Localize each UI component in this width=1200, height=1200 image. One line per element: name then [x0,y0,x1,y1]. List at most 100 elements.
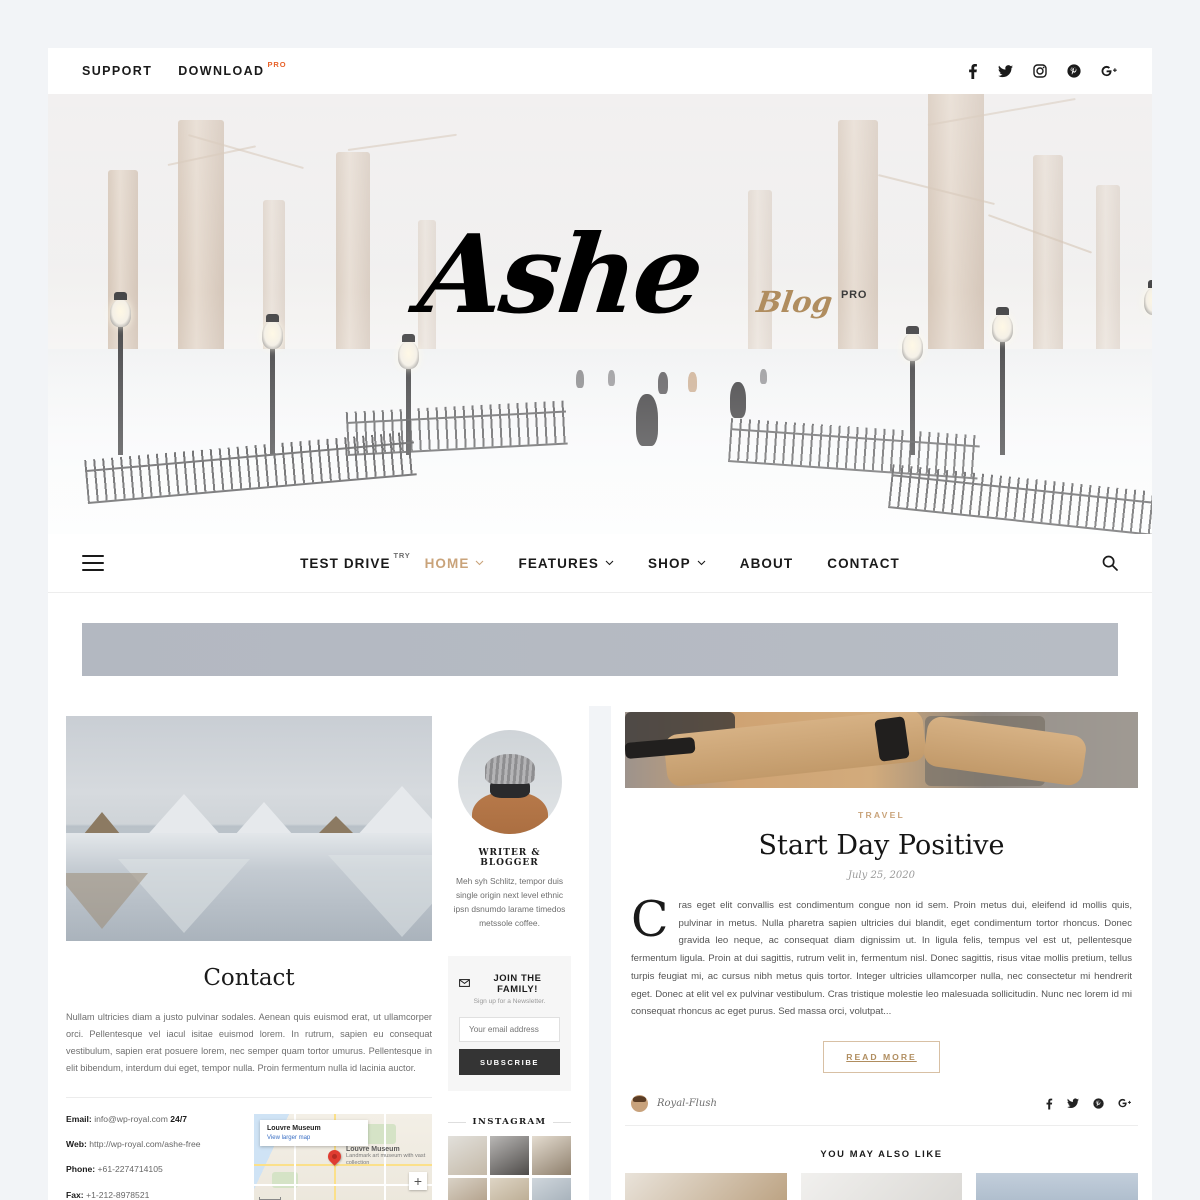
site-wrapper: SUPPORT DOWNLOAD PRO Ashe Blog PRO TEST … [48,48,1152,706]
page-root: SUPPORT DOWNLOAD PRO Ashe Blog PRO TEST … [0,0,1200,1200]
contact-featured-image [66,716,432,941]
pro-badge: PRO [267,60,287,69]
logo-sub-text: Blog [754,285,835,319]
main-navigation: TEST DRIVE TRY HOME FEATURES SHOP ABOUT … [48,534,1152,593]
post-excerpt: Cras eget elit convallis est condimentum… [631,891,1132,1018]
topbar-link-support-label: SUPPORT [82,64,153,78]
logo-sub-wrapper: Blog PRO [754,285,867,319]
related-posts-grid [625,1173,1138,1200]
topbar-link-download-label: DOWNLOAD [178,64,265,78]
post-title[interactable]: Start Day Positive [625,830,1138,861]
logo-main-text: Ashe [413,212,707,338]
map-view-larger-link[interactable]: View larger map [267,1135,361,1141]
nav-item-about-label: ABOUT [739,555,794,571]
nav-item-home-label: HOME [424,555,470,571]
read-more-button[interactable]: READ MORE [823,1041,940,1074]
divider-line [448,1121,466,1123]
map-pin-description: Landmark art museum with vast collection [346,1153,426,1167]
topbar-link-download[interactable]: DOWNLOAD PRO [178,60,285,78]
instagram-thumbnail[interactable] [532,1136,571,1176]
instagram-icon[interactable] [1033,64,1047,78]
contact-detail-web-value[interactable]: http://wp-royal.com/ashe-free [89,1139,200,1149]
related-posts-title: YOU MAY ALSO LIKE [820,1148,943,1160]
post-author-name[interactable]: Royal-Flush [657,1098,717,1109]
contact-detail-email-value[interactable]: info@wp-royal.com [94,1114,168,1124]
newsletter-email-input[interactable] [459,1017,560,1043]
newsletter-title-row: JOIN THE FAMILY! [459,972,560,994]
primary-menu: TEST DRIVE TRY HOME FEATURES SHOP ABOUT … [48,551,1152,571]
contact-detail-fax-value: +1-212-8978521 [86,1189,150,1200]
nav-item-features[interactable]: FEATURES [518,556,614,571]
post-featured-image[interactable] [625,712,1138,788]
map-pin-label: Louvre Museum Landmark art museum with v… [346,1146,426,1167]
site-logo[interactable]: Ashe Blog PRO [48,212,1152,338]
google-plus-icon[interactable] [1101,65,1118,78]
post-share-links [1045,1097,1132,1110]
contact-detail-phone: Phone: +61-2274714105 [66,1164,242,1175]
advertisement-banner[interactable] [82,623,1118,676]
hamburger-icon[interactable] [82,555,104,571]
chevron-down-icon [475,560,484,566]
map-info-card[interactable]: Louvre Museum View larger map [260,1120,368,1147]
related-post-thumbnail[interactable] [800,1173,963,1200]
nav-item-test-drive[interactable]: TEST DRIVE TRY [300,551,410,571]
newsletter-title: JOIN THE FAMILY! [493,972,542,995]
instagram-thumbnail[interactable] [448,1136,487,1176]
facebook-icon[interactable] [1045,1098,1053,1110]
instagram-grid [448,1136,571,1200]
contact-detail-web: Web: http://wp-royal.com/ashe-free [66,1139,242,1150]
logo-pro-badge: PRO [840,289,867,301]
author-role: WRITER & BLOGGER [478,848,541,868]
map-park-area [366,1124,396,1145]
google-map[interactable]: Louvre Museum View larger map Louvre Mus… [254,1114,432,1200]
map-info-title: Louvre Museum [267,1125,321,1133]
content-area: Contact Nullam ultricies diam a justo pu… [48,698,1152,1200]
contact-detail-email: Email: info@wp-royal.com 24/7 [66,1114,242,1125]
chevron-down-icon [605,560,614,566]
contact-card: Contact Nullam ultricies diam a justo pu… [48,698,589,1200]
nav-item-features-label: FEATURES [518,555,600,571]
instagram-thumbnail[interactable] [490,1136,529,1176]
newsletter-widget: JOIN THE FAMILY! Sign up for a Newslette… [448,956,571,1092]
contact-detail-phone-value: +61-2274714105 [97,1164,163,1175]
nav-item-home[interactable]: HOME [425,556,485,571]
try-badge: TRY [393,550,411,560]
post-category[interactable]: TRAVEL [625,810,1138,820]
pinterest-icon[interactable] [1067,64,1081,78]
google-plus-icon[interactable] [1118,1098,1132,1110]
facebook-icon[interactable] [967,63,978,79]
twitter-icon[interactable] [1067,1098,1079,1110]
topbar-link-support[interactable]: SUPPORT [82,64,152,78]
pinterest-icon[interactable] [1093,1097,1104,1110]
envelope-icon [459,979,470,988]
author-bio: Meh syh Schlitz, tempor duis single orig… [453,876,566,928]
topbar-social-links [967,63,1118,79]
lake-reflection [66,833,432,941]
divider [66,1097,432,1099]
chevron-down-icon [697,560,706,566]
post-footer: Royal-Flush [625,1095,1138,1127]
map-zoom-in-button[interactable]: + [409,1172,427,1191]
top-nav: SUPPORT DOWNLOAD PRO [82,60,286,78]
related-post-thumbnail[interactable] [976,1173,1138,1200]
contact-column: Contact Nullam ultricies diam a justo pu… [66,716,432,1200]
nav-item-test-drive-label: TEST DRIVE [300,555,391,571]
nav-item-shop-label: SHOP [648,555,691,571]
newsletter-subscribe-button[interactable]: SUBSCRIBE [459,1049,560,1076]
map-road [254,1184,432,1186]
avatar-coat [471,792,548,834]
contact-detail-fax: Fax: +1-212-8978521 [66,1190,242,1200]
related-post-thumbnail[interactable] [625,1173,787,1200]
twitter-icon[interactable] [998,64,1013,78]
author-avatar [631,1095,648,1113]
boot-shape [874,716,910,762]
instagram-thumbnail[interactable] [490,1178,529,1200]
instagram-thumbnail[interactable] [532,1178,571,1200]
instagram-title: INSTAGRAM [472,1117,547,1128]
nav-item-shop[interactable]: SHOP [648,556,706,571]
contact-details: Email: info@wp-royal.com 24/7 Web: http:… [66,1114,432,1200]
search-icon[interactable] [1102,555,1118,571]
nav-item-contact[interactable]: CONTACT [827,556,900,571]
nav-item-about[interactable]: ABOUT [740,556,794,571]
instagram-thumbnail[interactable] [448,1178,487,1200]
